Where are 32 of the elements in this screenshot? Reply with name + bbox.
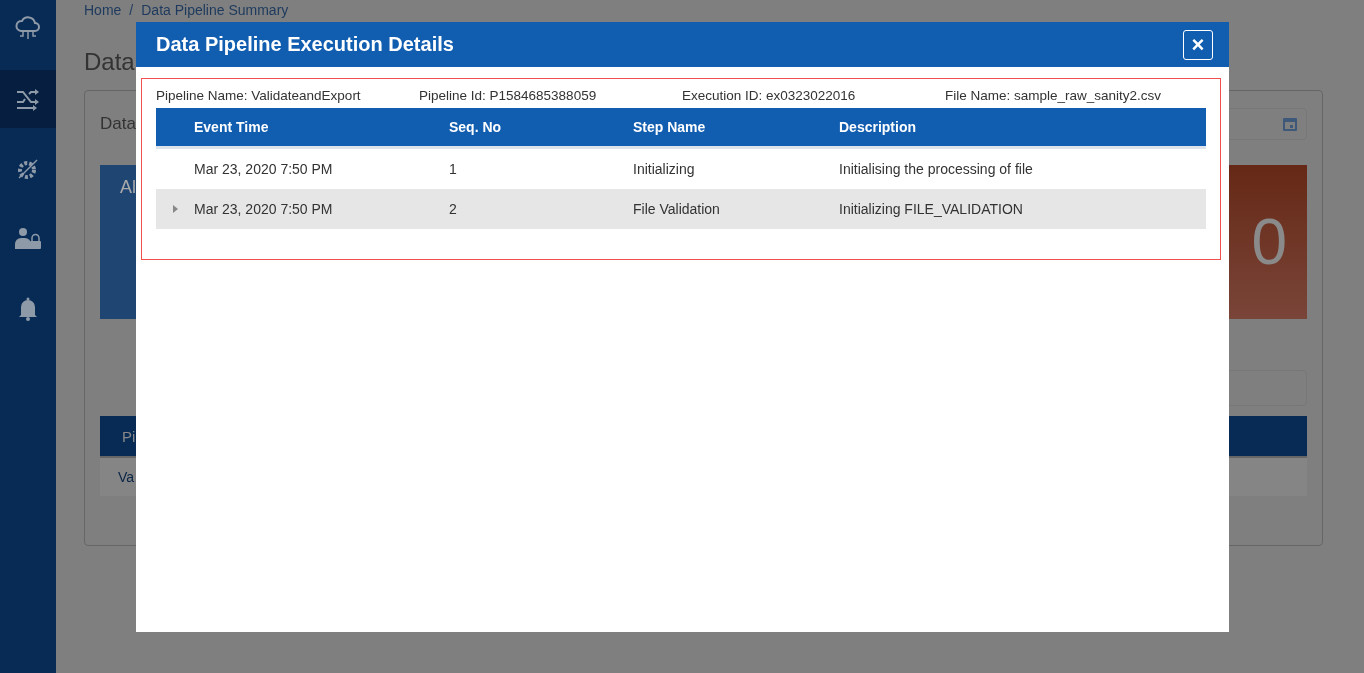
info-text: Pipeline Name: ValidateandExport bbox=[156, 88, 362, 105]
user-lock-icon bbox=[14, 227, 42, 251]
table-cell-text: Initializing bbox=[633, 161, 696, 177]
shuffle-icon bbox=[15, 87, 41, 111]
table-cell-text: Initializing FILE_VALIDATION bbox=[839, 201, 1024, 217]
table-cell-text: File Validation bbox=[633, 201, 721, 217]
info-text: Pipeline Id: P1584685388059 bbox=[419, 88, 598, 105]
close-button[interactable]: × bbox=[1183, 29, 1213, 60]
tile-title: Al bbox=[120, 177, 136, 197]
table-cell-text: 1 bbox=[449, 161, 458, 177]
info-text: File Name: sample_raw_sanity2.csv bbox=[945, 88, 1163, 105]
calendar-icon bbox=[1282, 116, 1298, 132]
column-header: Event Time bbox=[194, 119, 270, 135]
page-heading: Data bbox=[84, 48, 136, 76]
info-text: Execution ID: ex0323022016 bbox=[682, 88, 857, 105]
breadcrumb-separator: / bbox=[129, 2, 134, 20]
table-cell-text: Initialising the processing of file bbox=[839, 161, 1034, 177]
tile-count: 0 bbox=[1251, 205, 1287, 279]
caret-icon[interactable] bbox=[172, 205, 178, 213]
table-cell-text: Mar 23, 2020 7:50 PM bbox=[194, 201, 334, 217]
column-header: Step Name bbox=[633, 119, 707, 135]
filter-label: Data bbox=[100, 114, 136, 134]
table-row[interactable]: Mar 23, 2020 7:50 PM 2 File Validation Initializing FILE_VALIDATION bbox=[156, 189, 1206, 229]
table-cell: Va bbox=[118, 469, 135, 485]
table-cell-text: 2 bbox=[449, 201, 458, 217]
dialog-title: Data Pipeline Execution Details bbox=[156, 33, 454, 56]
bell-icon bbox=[18, 297, 38, 321]
column-header: Pi bbox=[122, 427, 136, 445]
sidebar-item[interactable] bbox=[0, 70, 56, 128]
column-header: Description bbox=[839, 119, 917, 135]
column-header: Seq. No bbox=[449, 119, 503, 135]
table-cell-text: Mar 23, 2020 7:50 PM bbox=[194, 161, 334, 177]
